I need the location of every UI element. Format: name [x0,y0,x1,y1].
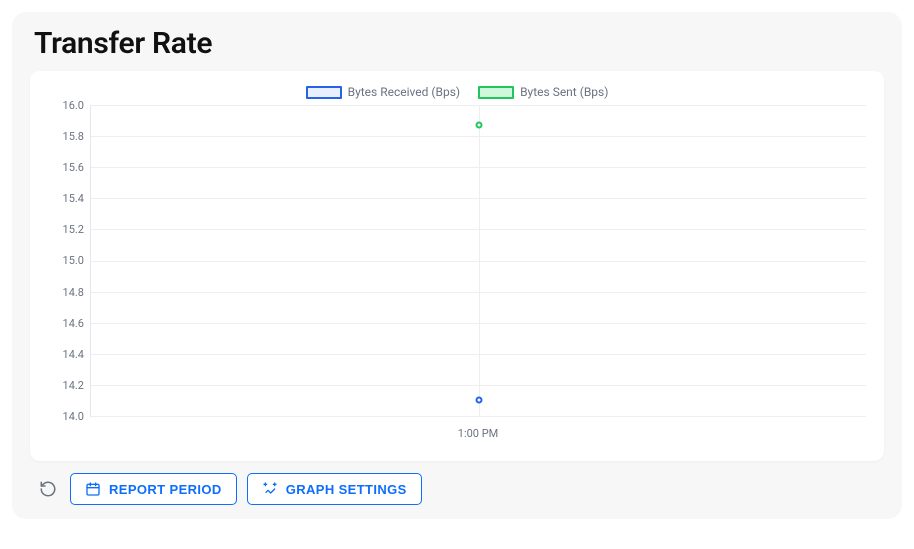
button-label: GRAPH SETTINGS [286,482,407,497]
plot-wrap: 16.015.815.615.415.215.014.814.614.414.2… [48,105,866,423]
sparkle-settings-icon [262,481,278,497]
legend-label: Bytes Received (Bps) [348,85,460,99]
y-tick-label: 15.8 [63,130,84,143]
report-period-button[interactable]: REPORT PERIOD [70,473,237,505]
refresh-icon [39,480,57,498]
legend-label: Bytes Sent (Bps) [520,85,608,99]
y-tick-label: 15.6 [63,161,84,174]
reset-button[interactable] [36,477,60,501]
vertical-gridline [479,105,480,416]
chart-card: Bytes Received (Bps) Bytes Sent (Bps) 16… [30,71,884,461]
panel-title: Transfer Rate [34,26,884,61]
gridline [91,416,866,417]
button-label: REPORT PERIOD [109,482,222,497]
graph-settings-button[interactable]: GRAPH SETTINGS [247,473,422,505]
y-axis: 16.0 15.8 15.6 15.4 15.2 15.0 14.8 14.6 14.4 14.2… [48,99,90,423]
y-tick-label: 14.2 [63,379,84,392]
chart-toolbar: REPORT PERIOD GRAPH SETTINGS [30,473,884,505]
y-tick-label: 14.8 [63,286,84,299]
plot-area [90,105,866,417]
legend-swatch-icon [478,86,514,99]
y-tick-label: 14.0 [63,410,84,423]
chart-legend: Bytes Received (Bps) Bytes Sent (Bps) [48,85,866,99]
transfer-rate-panel: Transfer Rate Bytes Received (Bps) Bytes… [12,12,902,519]
calendar-icon [85,481,101,497]
legend-swatch-icon [306,86,342,99]
y-tick-label: 15.4 [63,192,84,205]
x-axis: 1:00 PM [90,423,866,443]
y-tick-label: 14.6 [63,317,84,330]
y-tick-label: 15.0 [63,254,84,267]
x-tick-label: 1:00 PM [458,427,498,440]
legend-item-bytes-received[interactable]: Bytes Received (Bps) [306,85,460,99]
y-tick-label: 15.2 [63,223,84,236]
legend-item-bytes-sent[interactable]: Bytes Sent (Bps) [478,85,608,99]
y-tick-label: 14.4 [63,348,84,361]
y-tick-label: 16.0 [63,99,84,112]
data-point [475,397,482,404]
data-point [475,122,482,129]
